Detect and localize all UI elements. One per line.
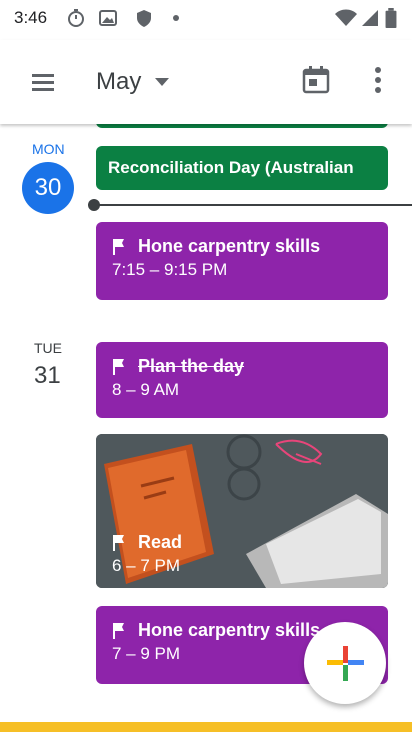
battery-icon <box>385 8 397 28</box>
app-bar: May <box>0 40 412 124</box>
month-selector[interactable]: May <box>96 62 170 102</box>
event-holiday[interactable]: Reconciliation Day (Australian <box>96 146 388 190</box>
plus-icon <box>327 646 364 681</box>
flag-icon <box>113 239 124 255</box>
event-time: 6 – 7 PM <box>112 556 181 575</box>
day-number-tue[interactable]: 31 <box>34 362 61 390</box>
day-name-tue: TUE <box>34 340 62 356</box>
flag-icon <box>113 535 124 551</box>
status-time: 3:46 <box>14 8 48 27</box>
signal-icon <box>362 10 378 26</box>
status-bar: 3:46 <box>0 0 412 40</box>
dot-icon <box>173 15 179 21</box>
menu-icon[interactable] <box>22 62 62 102</box>
event-title: Hone carpentry skills <box>138 236 321 256</box>
flag-icon <box>113 359 124 375</box>
day-name-mon: MON <box>32 141 65 157</box>
event-plan-the-day[interactable]: Plan the day 8 – 9 AM <box>96 342 388 418</box>
today-date-badge[interactable]: 30 <box>22 162 74 214</box>
current-time-line <box>96 204 412 206</box>
timer-icon <box>68 9 84 27</box>
event-title: Read <box>138 532 183 552</box>
wifi-icon <box>335 9 357 26</box>
today-calendar-icon[interactable] <box>298 60 334 100</box>
event-title: Hone carpentry skills <box>138 620 321 640</box>
photos-icon <box>99 10 117 26</box>
more-options-icon[interactable] <box>366 60 390 100</box>
event-carpentry-1[interactable]: Hone carpentry skills 7:15 – 9:15 PM <box>96 222 388 300</box>
next-event-peek[interactable] <box>0 722 412 732</box>
event-time: 7:15 – 9:15 PM <box>112 260 228 279</box>
event-title: Reconciliation Day (Australian <box>108 158 354 177</box>
month-label: May <box>96 68 142 95</box>
event-time: 7 – 9 PM <box>112 644 181 663</box>
create-event-button[interactable] <box>304 622 386 704</box>
event-time: 8 – 9 AM <box>112 380 180 399</box>
caret-down-icon <box>155 78 170 86</box>
event-title: Plan the day <box>138 356 245 376</box>
current-time-dot <box>88 199 100 211</box>
shield-icon <box>137 10 151 27</box>
flag-icon <box>113 623 124 639</box>
event-read[interactable]: Read 6 – 7 PM <box>96 434 388 588</box>
